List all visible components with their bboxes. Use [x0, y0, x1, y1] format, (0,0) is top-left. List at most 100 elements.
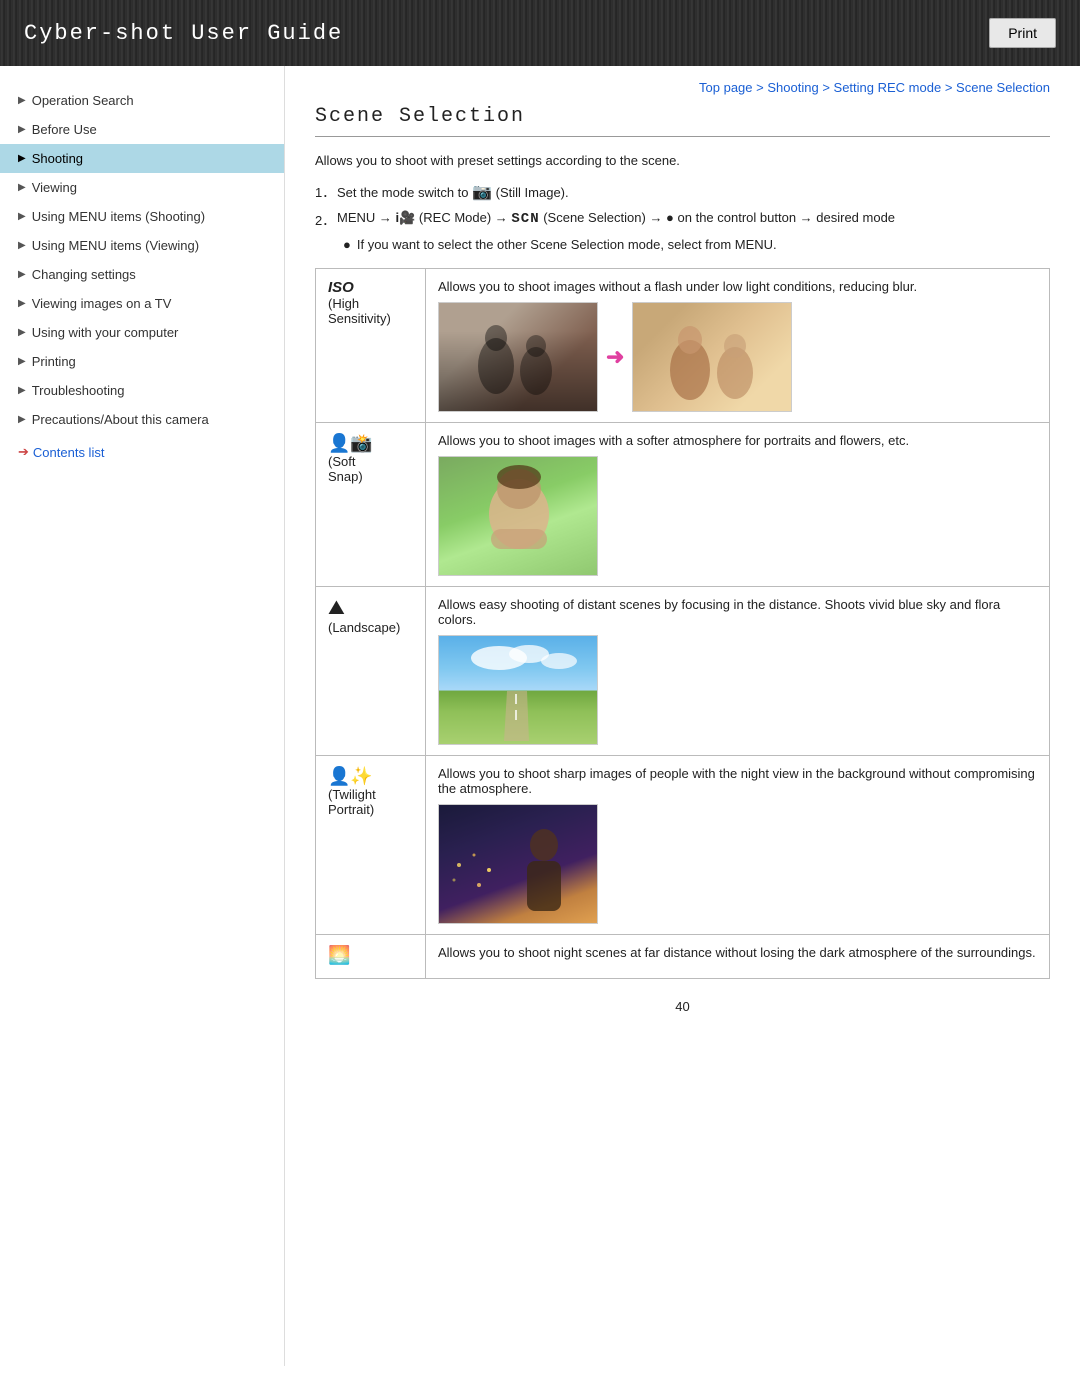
sidebar-item-shooting[interactable]: ▶Shooting — [0, 144, 284, 173]
breadcrumb-top[interactable]: Top page — [699, 80, 753, 95]
twilight-portrait-content-cell: Allows you to shoot sharp images of peop… — [426, 756, 1050, 935]
landscape-label-cell: ⛰ (Landscape) — [316, 587, 426, 756]
table-row: ISO (HighSensitivity) Allows you to shoo… — [316, 269, 1050, 423]
step-2-bullet: ● If you want to select the other Scene … — [343, 237, 1050, 252]
sidebar-arrow-icon: ▶ — [18, 414, 26, 425]
sidebar-item-label: Precautions/About this camera — [32, 412, 209, 427]
twilight-portrait-label-cell: 👤✨ (TwilightPortrait) — [316, 756, 426, 935]
sidebar-item-printing[interactable]: ▶ Printing — [0, 347, 284, 376]
twilight-portrait-image-row — [438, 804, 1037, 924]
iso-label: (HighSensitivity) — [328, 296, 413, 326]
sidebar-item-label: Before Use — [32, 122, 97, 137]
iso-label-cell: ISO (HighSensitivity) — [316, 269, 426, 423]
scn-icon: SCN — [511, 211, 539, 227]
table-row: ⛰ (Landscape) Allows easy shooting of di… — [316, 587, 1050, 756]
sidebar-item-label: Viewing — [32, 180, 77, 195]
breadcrumb-sep3: > — [945, 80, 956, 95]
breadcrumb-shooting[interactable]: Shooting — [767, 80, 818, 95]
breadcrumb-current: Scene Selection — [956, 80, 1050, 95]
sidebar-item-label: Using MENU items (Viewing) — [32, 238, 199, 253]
app-title: Cyber-shot User Guide — [24, 21, 343, 46]
print-button[interactable]: Print — [989, 18, 1056, 48]
sidebar: ▶Operation Search▶Before Use▶Shooting▶Vi… — [0, 66, 285, 1366]
sidebar-item-using-menu-items-shooting[interactable]: ▶ Using MENU items (Shooting) — [0, 202, 284, 231]
soft-snap-image-row — [438, 456, 1037, 576]
scene-table: ISO (HighSensitivity) Allows you to shoo… — [315, 268, 1050, 979]
iso-image-row: ➜ — [438, 302, 1037, 412]
page-number: 40 — [315, 999, 1050, 1014]
landscape-label: (Landscape) — [328, 620, 413, 635]
main-content: Top page > Shooting > Setting REC mode >… — [285, 66, 1080, 1366]
before-after-arrow-icon: ➜ — [606, 344, 624, 370]
night-description: Allows you to shoot night scenes at far … — [438, 945, 1037, 960]
landscape-icon: ⛰ — [328, 597, 413, 620]
sidebar-item-troubleshooting[interactable]: ▶ Troubleshooting — [0, 376, 284, 405]
landscape-content-cell: Allows easy shooting of distant scenes b… — [426, 587, 1050, 756]
sidebar-item-precautions/about-this-camera[interactable]: ▶ Precautions/About this camera — [0, 405, 284, 434]
iso-after-image — [632, 302, 792, 412]
sidebar-arrow-icon: ▶ — [18, 269, 26, 280]
soft-snap-image — [438, 456, 598, 576]
table-row: 👤✨ (TwilightPortrait) Allows you to shoo… — [316, 756, 1050, 935]
sidebar-item-label: Troubleshooting — [32, 383, 125, 398]
night-icon: 🌅 — [328, 945, 350, 965]
page-description: Allows you to shoot with preset settings… — [315, 153, 1050, 168]
before-people-svg — [441, 306, 596, 411]
header: Cyber-shot User Guide Print — [0, 0, 1080, 66]
contents-list-link[interactable]: ➔ Contents list — [0, 434, 284, 467]
sidebar-arrow-icon: ▶ — [18, 182, 26, 193]
landscape-description: Allows easy shooting of distant scenes b… — [438, 597, 1037, 627]
step-2-text: MENU → i🎥 (REC Mode) → SCN (Scene Select… — [337, 210, 895, 227]
breadcrumb-sep1: > — [756, 80, 767, 95]
night-content-cell: Allows you to shoot night scenes at far … — [426, 935, 1050, 979]
sidebar-arrow-icon: ▶ — [18, 211, 26, 222]
iso-content-cell: Allows you to shoot images without a fla… — [426, 269, 1050, 423]
soft-snap-label: (SoftSnap) — [328, 454, 413, 484]
sidebar-item-label: Using MENU items (Shooting) — [32, 209, 205, 224]
sidebar-arrow-icon: ▶ — [18, 385, 26, 396]
sidebar-arrow-icon: ▶ — [18, 124, 26, 135]
sidebar-item-label: Operation Search — [32, 93, 134, 108]
step-1-num: 1． — [315, 182, 337, 201]
soft-snap-svg — [441, 459, 596, 574]
sidebar-item-viewing[interactable]: ▶ Viewing — [0, 173, 284, 202]
sidebar-arrow-icon: ▶ — [18, 327, 26, 338]
landscape-image-row — [438, 635, 1037, 745]
twilight-svg — [439, 805, 594, 920]
after-people-svg — [635, 305, 790, 410]
sidebar-item-viewing-images-on-a-tv[interactable]: ▶Viewing images on a TV — [0, 289, 284, 318]
twilight-portrait-image — [438, 804, 598, 924]
sidebar-item-changing-settings[interactable]: ▶Changing settings — [0, 260, 284, 289]
sidebar-item-label: Printing — [32, 354, 76, 369]
sidebar-item-before-use[interactable]: ▶ Before Use — [0, 115, 284, 144]
sidebar-item-using-with-your-computer[interactable]: ▶ Using with your computer — [0, 318, 284, 347]
breadcrumb-rec-mode[interactable]: Setting REC mode — [834, 80, 942, 95]
sidebar-item-using-menu-items-viewing[interactable]: ▶ Using MENU items (Viewing) — [0, 231, 284, 260]
night-label-cell: 🌅 — [316, 935, 426, 979]
soft-snap-icon: 👤📸 — [328, 433, 373, 453]
sidebar-arrow-icon: ▶ — [18, 298, 26, 309]
table-row: 👤📸 (SoftSnap) Allows you to shoot images… — [316, 423, 1050, 587]
sidebar-arrow-icon: ▶ — [18, 240, 26, 251]
table-row: 🌅 Allows you to shoot night scenes at fa… — [316, 935, 1050, 979]
step-1-text: Set the mode switch to 📷 (Still Image). — [337, 182, 569, 202]
sidebar-arrow-icon: ▶ — [18, 356, 26, 367]
twilight-portrait-label: (TwilightPortrait) — [328, 787, 413, 817]
still-image-icon: 📷 — [472, 184, 492, 201]
breadcrumb-sep2: > — [822, 80, 833, 95]
page-title: Scene Selection — [315, 105, 1050, 137]
twilight-portrait-description: Allows you to shoot sharp images of peop… — [438, 766, 1037, 796]
iso-description: Allows you to shoot images without a fla… — [438, 279, 1037, 294]
soft-snap-description: Allows you to shoot images with a softer… — [438, 433, 1037, 448]
contents-arrow-icon: ➔ — [18, 444, 29, 460]
step-1: 1． Set the mode switch to 📷 (Still Image… — [315, 182, 1050, 202]
irec-icon: i🎥 — [396, 210, 416, 225]
soft-snap-label-cell: 👤📸 (SoftSnap) — [316, 423, 426, 587]
iso-icon-label: ISO (HighSensitivity) — [328, 279, 413, 326]
step-2-num: 2． — [315, 210, 337, 229]
landscape-image — [438, 635, 598, 745]
sidebar-item-operation-search[interactable]: ▶Operation Search — [0, 86, 284, 115]
sidebar-item-label: Using with your computer — [32, 325, 179, 340]
iso-icon: ISO — [328, 279, 354, 296]
bullet-dot-icon: ● — [343, 237, 351, 252]
